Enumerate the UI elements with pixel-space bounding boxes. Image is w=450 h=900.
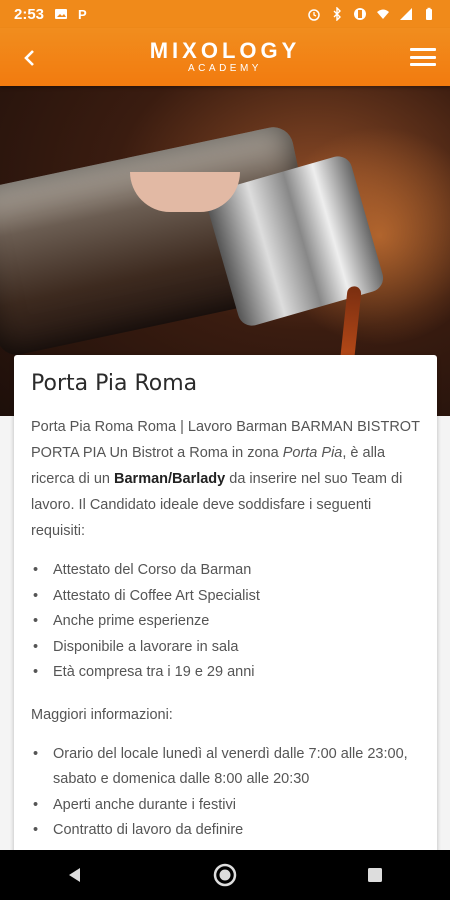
chevron-left-icon bbox=[24, 50, 34, 66]
intro-italic: Porta Pia bbox=[282, 445, 343, 461]
svg-text:P: P bbox=[78, 7, 87, 21]
nav-back-button[interactable] bbox=[55, 855, 95, 895]
article-intro: Porta Pia Roma Roma | Lavoro Barman BARM… bbox=[31, 414, 420, 544]
wifi-icon bbox=[377, 9, 389, 19]
image-icon bbox=[55, 9, 68, 19]
list-item: Attestato del Corso da Barman bbox=[31, 558, 420, 584]
home-circle-icon bbox=[213, 863, 237, 887]
list-item: Disponibile a lavorare in sala bbox=[31, 635, 420, 661]
list-item: Anche prime esperienze bbox=[31, 609, 420, 635]
list-item: Attestato di Coffee Art Specialist bbox=[31, 584, 420, 610]
brand-logo: MIXOLOGY ACADEMY bbox=[150, 40, 301, 74]
recents-square-icon bbox=[368, 868, 382, 882]
back-triangle-icon bbox=[69, 868, 80, 882]
status-time: 2:53 bbox=[14, 5, 45, 23]
article-card: Porta Pia Roma Porta Pia Roma Roma | Lav… bbox=[14, 355, 437, 875]
brand-sub: ACADEMY bbox=[188, 63, 262, 74]
back-button[interactable] bbox=[14, 44, 44, 72]
status-bar: 2:53 P bbox=[0, 0, 450, 28]
info-list: Orario del locale lunedì al venerdì dall… bbox=[31, 742, 420, 844]
menu-button[interactable] bbox=[410, 45, 436, 69]
nav-home-button[interactable] bbox=[205, 855, 245, 895]
list-item: Età compresa tra i 19 e 29 anni bbox=[31, 660, 420, 686]
list-item: Contratto di lavoro da definire bbox=[31, 818, 420, 844]
hamburger-line bbox=[410, 63, 436, 66]
vibrate-icon bbox=[354, 8, 366, 20]
more-info-label: Maggiori informazioni: bbox=[31, 706, 173, 723]
list-item: Aperti anche durante i festivi bbox=[31, 793, 420, 819]
brand-name: MIXOLOGY bbox=[149, 38, 301, 63]
bluetooth-icon bbox=[333, 7, 341, 21]
parking-icon: P bbox=[78, 7, 87, 21]
intro-bold: Barman/Barlady bbox=[114, 471, 226, 487]
nav-recents-button[interactable] bbox=[355, 855, 395, 895]
battery-icon bbox=[426, 7, 432, 20]
alarm-icon bbox=[308, 9, 320, 21]
system-nav-bar bbox=[0, 850, 450, 900]
app-bar: MIXOLOGY ACADEMY bbox=[0, 28, 450, 86]
article-title: Porta Pia Roma bbox=[31, 371, 198, 396]
hamburger-menu-icon bbox=[410, 48, 436, 51]
signal-icon bbox=[400, 8, 412, 20]
hamburger-line bbox=[410, 55, 436, 59]
list-item: Orario del locale lunedì al venerdì dall… bbox=[31, 742, 420, 793]
requirements-list: Attestato del Corso da Barman Attestato … bbox=[31, 558, 420, 686]
